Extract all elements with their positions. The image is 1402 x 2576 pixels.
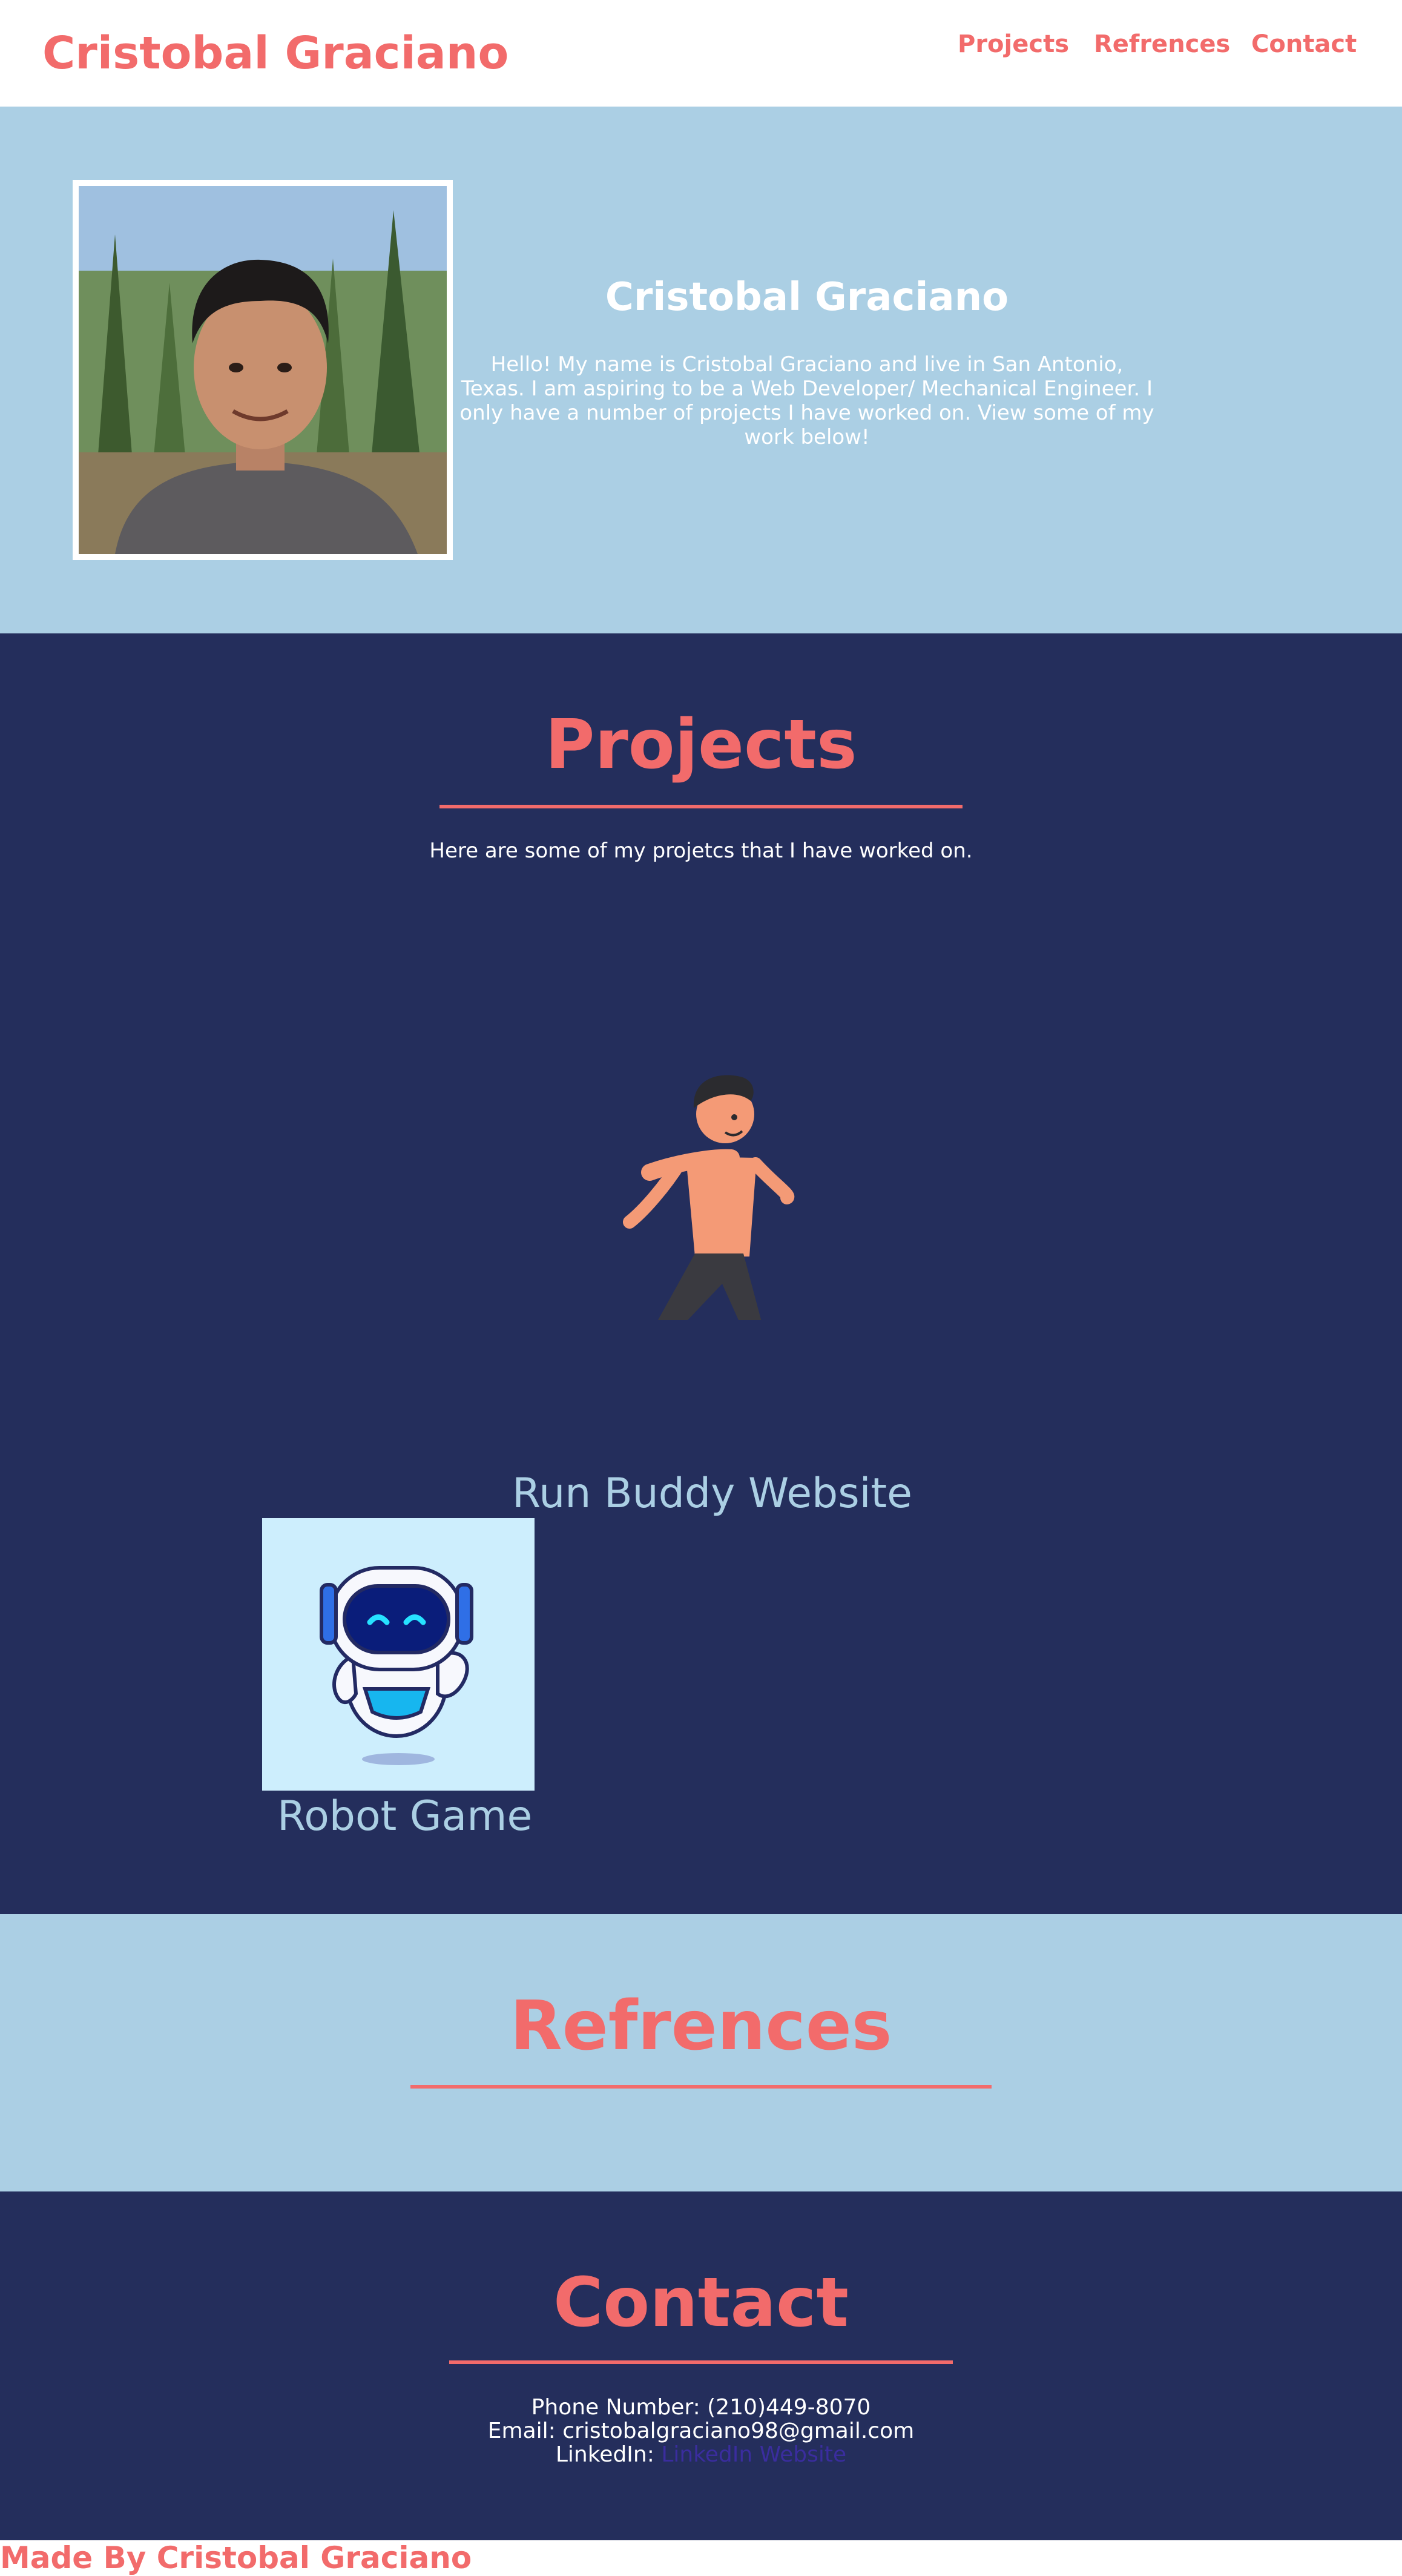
run-buddy-project-image[interactable]	[592, 1029, 810, 1359]
site-brand[interactable]: Cristobal Graciano	[42, 27, 508, 79]
projects-section: Projects Here are some of my projetcs th…	[0, 633, 1402, 1914]
contact-email: Email: cristobalgraciano98@gmail.com	[487, 2419, 915, 2443]
site-header: Cristobal Graciano Projects Refrences Co…	[0, 0, 1402, 107]
robot-game-caption[interactable]: Robot Game	[277, 1792, 532, 1840]
contact-linkedin-label: LinkedIn:	[555, 2442, 662, 2467]
references-section: Refrences	[0, 1914, 1402, 2191]
contact-divider	[449, 2360, 953, 2364]
references-divider	[410, 2085, 992, 2089]
hero-section: Cristobal Graciano Hello! My name is Cri…	[0, 107, 1402, 633]
nav-link-references[interactable]: Refrences	[1094, 30, 1230, 58]
profile-photo-icon	[79, 186, 447, 554]
profile-photo	[73, 180, 453, 560]
projects-divider	[439, 805, 963, 808]
references-title: Refrences	[510, 1987, 892, 2066]
contact-linkedin-row: LinkedIn: LinkedIn Website	[0, 2443, 1402, 2466]
footer-text: Made By Cristobal Graciano	[0, 2540, 472, 2575]
nav-link-contact[interactable]: Contact	[1251, 30, 1357, 58]
run-buddy-caption[interactable]: Run Buddy Website	[512, 1470, 912, 1518]
projects-title: Projects	[545, 705, 857, 784]
hero-bio: Hello! My name is Cristobal Graciano and…	[459, 352, 1154, 449]
robot-game-project-image[interactable]	[262, 1518, 535, 1791]
nav-link-projects[interactable]: Projects	[958, 30, 1069, 58]
running-man-illustration	[623, 1075, 795, 1359]
site-footer: Made By Cristobal Graciano	[0, 2540, 1402, 2576]
hero-name: Cristobal Graciano	[605, 275, 1009, 320]
robot-illustration	[320, 1566, 473, 1765]
projects-subtitle: Here are some of my projetcs that I have…	[429, 839, 973, 863]
contact-phone: Phone Number: (210)449-8070	[531, 2395, 871, 2420]
contact-section: Contact Phone Number: (210)449-8070 Emai…	[0, 2191, 1402, 2540]
linkedin-link[interactable]: LinkedIn Website	[661, 2442, 846, 2467]
contact-title: Contact	[553, 2264, 849, 2342]
